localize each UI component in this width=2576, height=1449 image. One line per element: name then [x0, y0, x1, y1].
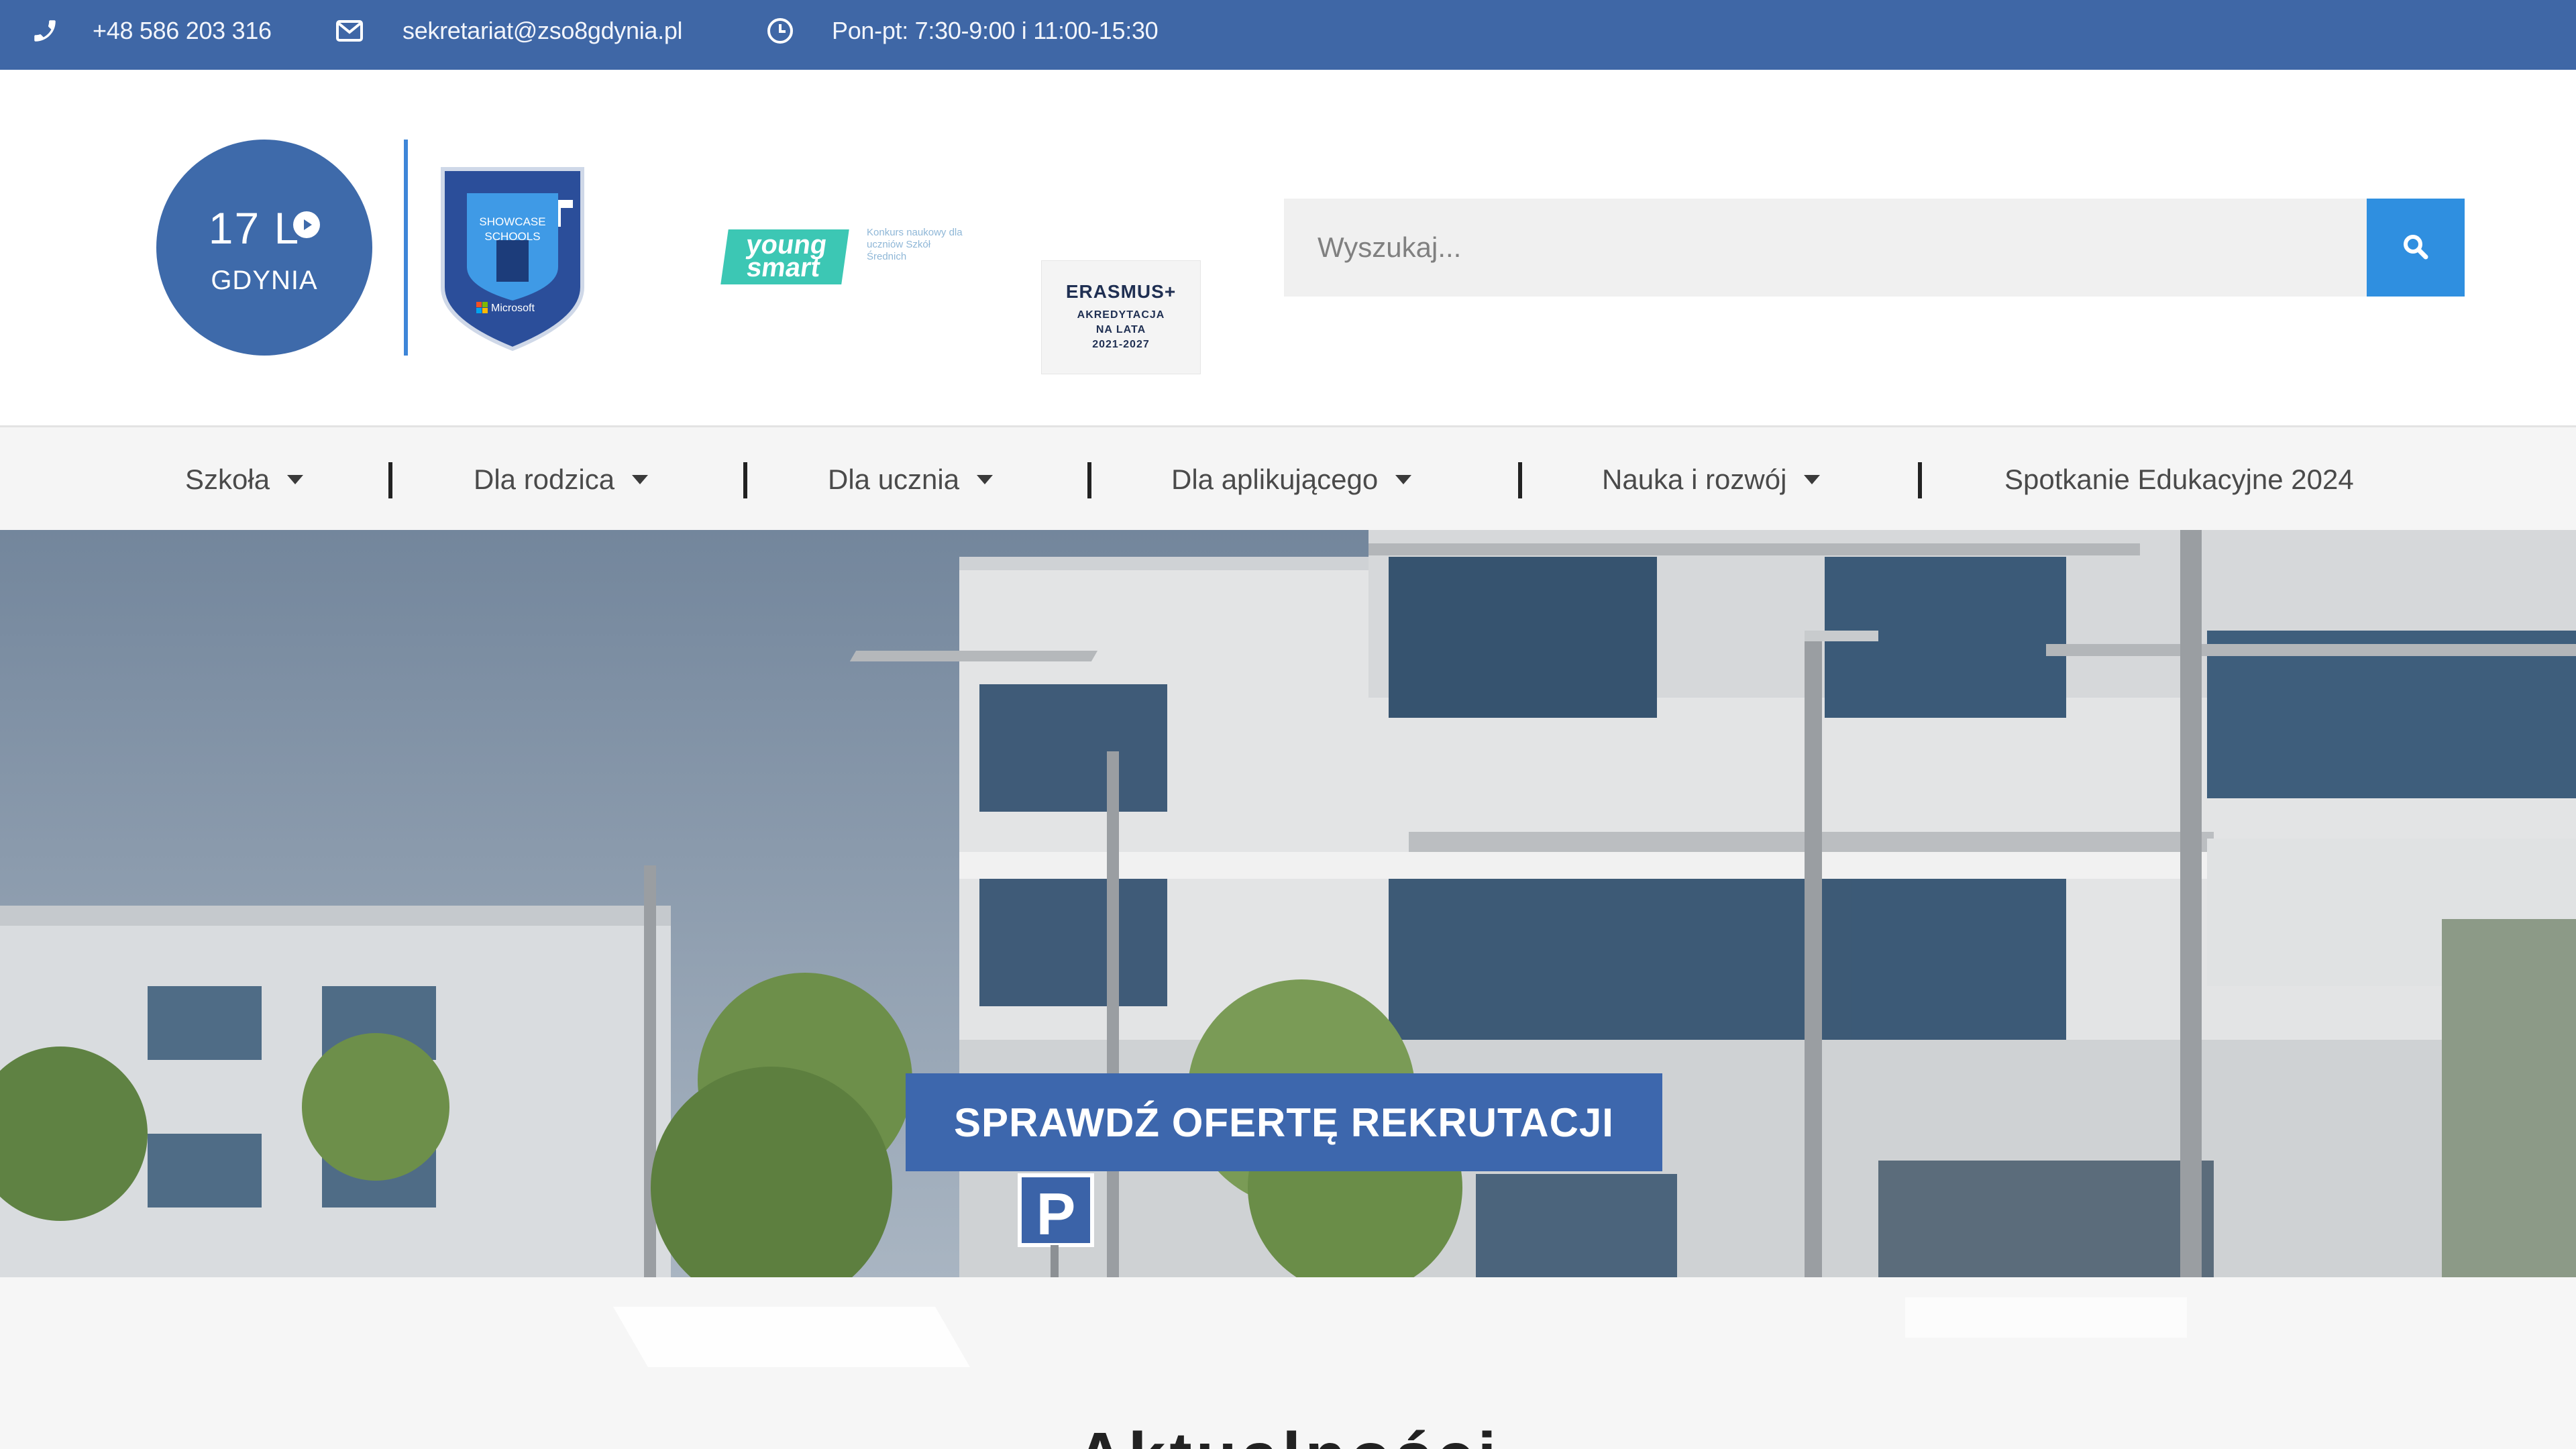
caret-down-icon: [1804, 475, 1821, 484]
nav-item-szkola[interactable]: Szkoła: [185, 427, 304, 532]
news-section: Aktualności: [0, 1277, 2576, 1449]
nav-label: Nauka i rozwój: [1602, 464, 1787, 495]
nav-separator: [388, 462, 392, 498]
email-address[interactable]: sekretariat@zso8gdynia.pl: [402, 17, 683, 45]
showcase-line2: SCHOOLS: [484, 230, 540, 243]
nav-label: Dla aplikującego: [1171, 464, 1379, 495]
logo-divider: [404, 140, 408, 356]
nav-item-dla-ucznia[interactable]: Dla ucznia: [828, 427, 994, 532]
erasmus-line1: AKREDYTACJA: [1077, 309, 1165, 321]
logo-number: 17 L: [208, 203, 301, 253]
showcase-schools-badge[interactable]: SHOWCASE SCHOOLS Microsoft: [435, 160, 590, 354]
logo-main-text: 17 L: [156, 203, 372, 254]
erasmus-line2: NA LATA: [1095, 324, 1146, 335]
logo-city: GDYNIA: [211, 266, 318, 295]
microsoft-label: Microsoft: [491, 303, 535, 314]
envelope-icon: [334, 15, 365, 46]
phone-icon: [30, 15, 60, 46]
nav-separator: [1518, 462, 1522, 498]
young-smart-logo[interactable]: young smart Konkurs naukowy dla uczniów …: [720, 227, 966, 291]
site-header: 17 L GDYNIA SHOWCASE SCHOOLS Microsoft y…: [0, 70, 2576, 425]
background-glare: [1905, 1297, 2187, 1338]
search-icon: [2401, 232, 2430, 264]
young-smart-box: young smart: [720, 229, 849, 284]
search-button[interactable]: [2367, 199, 2465, 297]
erasmus-title: ERASMUS+: [1065, 281, 1177, 302]
hours-text: Pon-pt: 7:30-9:00 i 11:00-15:30: [832, 17, 1159, 44]
background-glare: [613, 1307, 970, 1367]
logo-play-icon: [293, 211, 321, 238]
phone-contact[interactable]: +48 586 203 316: [30, 0, 272, 62]
young-smart-line2: smart: [745, 253, 822, 282]
nav-label: Dla rodzica: [474, 464, 615, 495]
caret-down-icon: [632, 475, 649, 484]
caret-down-icon: [287, 475, 304, 484]
caret-down-icon: [977, 475, 994, 484]
recruitment-offer-button[interactable]: SPRAWDŹ OFERTĘ REKRUTACJI: [906, 1073, 1662, 1171]
erasmus-line3: 2021-2027: [1092, 339, 1150, 350]
main-navigation: Szkoła Dla rodzica Dla ucznia Dla apliku…: [0, 425, 2576, 530]
school-logo[interactable]: 17 L GDYNIA: [156, 140, 372, 356]
nav-separator: [743, 462, 747, 498]
email-contact[interactable]: sekretariat@zso8gdynia.pl: [334, 0, 683, 62]
clock-icon: [765, 15, 796, 46]
caret-down-icon: [1395, 475, 1412, 484]
parking-sign-text: P: [1036, 1181, 1076, 1247]
hero-banner: P SPRAWDŹ OFERTĘ REKRUTACJI: [0, 530, 2576, 1277]
erasmus-badge[interactable]: ERASMUS+ AKREDYTACJA NA LATA 2021-2027: [1041, 260, 1201, 374]
search-input[interactable]: [1284, 199, 2367, 297]
nav-item-dla-rodzica[interactable]: Dla rodzica: [474, 427, 649, 532]
nav-label: Szkoła: [185, 464, 270, 495]
nav-separator: [1087, 462, 1091, 498]
nav-separator: [1918, 462, 1922, 498]
nav-label: Spotkanie Edukacyjne 2024: [2004, 464, 2354, 495]
nav-item-spotkanie-edukacyjne[interactable]: Spotkanie Edukacyjne 2024: [2004, 427, 2354, 532]
section-title: Aktualności: [0, 1418, 2576, 1449]
young-smart-note: Konkurs naukowy dla uczniów Szkół Średni…: [867, 227, 963, 262]
search-form: [1284, 199, 2465, 297]
top-contact-bar: +48 586 203 316 sekretariat@zso8gdynia.p…: [0, 0, 2576, 70]
nav-item-nauka-i-rozwoj[interactable]: Nauka i rozwój: [1602, 427, 1821, 532]
nav-label: Dla ucznia: [828, 464, 960, 495]
showcase-line1: SHOWCASE: [479, 215, 545, 228]
nav-item-dla-aplikujacego[interactable]: Dla aplikującego: [1171, 427, 1412, 532]
phone-number[interactable]: +48 586 203 316: [93, 17, 272, 45]
office-hours: Pon-pt: 7:30-9:00 i 11:00-15:30: [765, 0, 1159, 62]
